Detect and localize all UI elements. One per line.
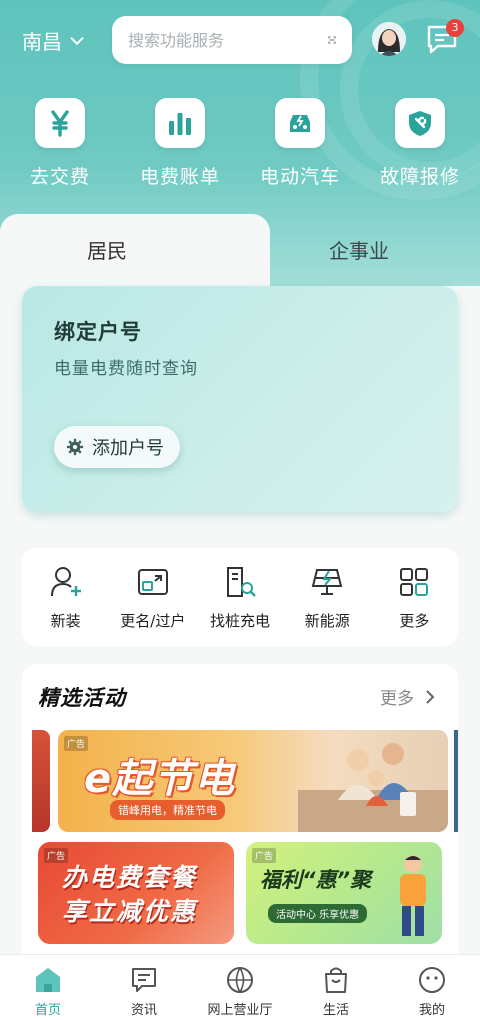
more-link[interactable]: 更多	[380, 684, 436, 709]
service-new-install[interactable]: 新装	[22, 564, 109, 646]
tab-label: 我的	[418, 1003, 445, 1018]
banner-subtitle: 错峰用电，精准节电	[110, 800, 225, 820]
tab-life[interactable]: 生活	[288, 955, 384, 1020]
chevron-down-icon	[70, 36, 84, 45]
top-bar: 南昌 3	[0, 14, 480, 66]
add-account-button[interactable]: 添加户号	[54, 426, 180, 468]
service-transfer[interactable]: 更名/过户	[109, 564, 196, 646]
more-label: 更多	[380, 689, 414, 709]
service-label: 找桩充电	[210, 612, 271, 630]
search-input[interactable]	[128, 30, 328, 50]
quick-label: 去交费	[29, 166, 90, 188]
quick-bill[interactable]: 电费账单	[120, 98, 240, 189]
tab-mine[interactable]: 我的	[384, 955, 480, 1020]
service-label: 新能源	[304, 612, 350, 630]
tab-home[interactable]: 首页	[0, 955, 96, 1020]
quick-label: 电动汽车	[259, 166, 340, 188]
transfer-icon	[137, 569, 168, 595]
ad-tag: 广告	[252, 848, 277, 863]
tab-label: 企事业	[329, 238, 389, 263]
tab-news[interactable]: 资讯	[96, 955, 192, 1020]
quick-label: 电费账单	[139, 166, 220, 188]
charger-search-icon	[227, 567, 256, 597]
service-grid: 新装 更名/过户 找桩充电 新能源 更多	[22, 548, 458, 646]
tab-enterprise[interactable]: 企事业	[250, 222, 480, 288]
family-illustration	[298, 743, 448, 832]
service-label: 更名/过户	[120, 612, 186, 630]
home-icon	[36, 968, 60, 992]
add-account-label: 添加户号	[92, 438, 164, 459]
globe-icon	[227, 967, 253, 993]
scan-icon[interactable]	[328, 27, 336, 53]
quick-label: 故障报修	[379, 166, 460, 188]
person-illustration	[400, 855, 426, 936]
customer-type-tabs: 企事业 居民	[0, 214, 480, 288]
bar-chart-icon	[169, 113, 191, 135]
yuan-icon	[51, 110, 69, 137]
service-label: 新装	[50, 612, 81, 630]
next-banner-edge	[454, 730, 458, 832]
user-add-icon	[50, 567, 81, 597]
smile-face-icon	[419, 967, 445, 993]
bind-subtitle: 电量电费随时查询	[54, 359, 198, 379]
service-label: 更多	[399, 612, 430, 630]
city-label: 南昌	[22, 30, 62, 54]
ev-car-icon	[290, 115, 310, 132]
repair-shield-icon	[409, 111, 431, 136]
news-icon	[132, 968, 156, 992]
featured-activities: 精选活动 更多 广告 e起节电 错峰用电，精准节电 广告 办电费套餐 享立减优惠…	[22, 664, 458, 964]
gear-icon	[66, 438, 84, 456]
banner-title: e起节电	[84, 756, 236, 802]
service-new-energy[interactable]: 新能源	[284, 564, 371, 646]
banner-energy-saving[interactable]: 广告 e起节电 错峰用电，精准节电	[58, 730, 448, 832]
banner-welfare[interactable]: 广告 福利“惠”聚 活动中心 乐享优惠	[246, 842, 442, 944]
quick-actions: 去交费 电费账单 电动汽车 故障报修	[0, 98, 480, 189]
bottom-tab-bar: 首页 资讯 网上营业厅 生活 我的	[0, 954, 480, 1020]
prev-banner-edge	[32, 730, 50, 832]
grid-icon	[400, 568, 429, 596]
tab-label: 资讯	[130, 1003, 157, 1018]
bind-account-card[interactable]: 绑定户号 电量电费随时查询 添加户号	[22, 286, 458, 512]
search-box[interactable]	[112, 16, 352, 64]
solar-panel-icon	[311, 569, 343, 595]
banner-line-1: 办电费套餐	[62, 863, 198, 892]
banner-title: 福利“惠”聚	[260, 868, 372, 892]
service-more[interactable]: 更多	[371, 564, 458, 646]
quick-pay[interactable]: 去交费	[0, 98, 120, 189]
message-badge: 3	[446, 19, 464, 37]
banner-tag: 活动中心 乐享优惠	[268, 904, 368, 923]
banner-line-2: 享立减优惠	[62, 897, 198, 926]
quick-repair[interactable]: 故障报修	[360, 98, 480, 189]
tab-label: 生活	[322, 1003, 349, 1018]
bind-title: 绑定户号	[54, 320, 142, 344]
banner-package-discount[interactable]: 广告 办电费套餐 享立减优惠	[38, 842, 234, 944]
chevron-right-icon	[426, 689, 435, 704]
tab-online-hall[interactable]: 网上营业厅	[192, 955, 288, 1020]
tab-label: 网上营业厅	[207, 1003, 273, 1018]
service-find-charger[interactable]: 找桩充电	[196, 564, 283, 646]
tab-residential[interactable]: 居民	[0, 214, 270, 288]
shopping-bag-icon	[325, 967, 347, 993]
tab-label: 首页	[34, 1003, 61, 1018]
quick-ev[interactable]: 电动汽车	[240, 98, 360, 189]
city-selector[interactable]: 南昌	[22, 26, 86, 55]
section-title: 精选活动	[38, 686, 126, 710]
avatar[interactable]	[372, 22, 406, 56]
avatar-icon	[372, 22, 406, 56]
tab-label: 居民	[87, 238, 127, 263]
